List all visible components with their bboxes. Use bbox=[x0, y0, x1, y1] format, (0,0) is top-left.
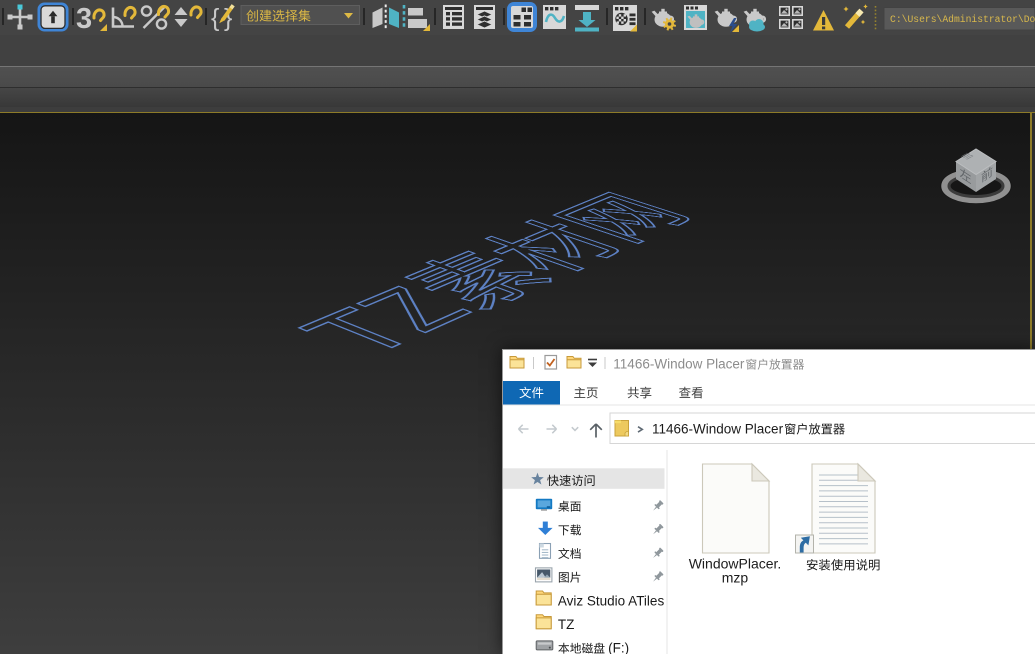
svg-text:TZ: TZ bbox=[558, 617, 575, 632]
svg-text:Aviz Studio ATiles: Aviz Studio ATiles bbox=[558, 593, 665, 608]
svg-text:mzp: mzp bbox=[722, 570, 749, 586]
svg-text:(F:): (F:) bbox=[608, 641, 629, 654]
svg-text:11466-Window Placer: 11466-Window Placer bbox=[613, 357, 745, 372]
svg-text:11466-Window Placer: 11466-Window Placer bbox=[652, 422, 784, 437]
